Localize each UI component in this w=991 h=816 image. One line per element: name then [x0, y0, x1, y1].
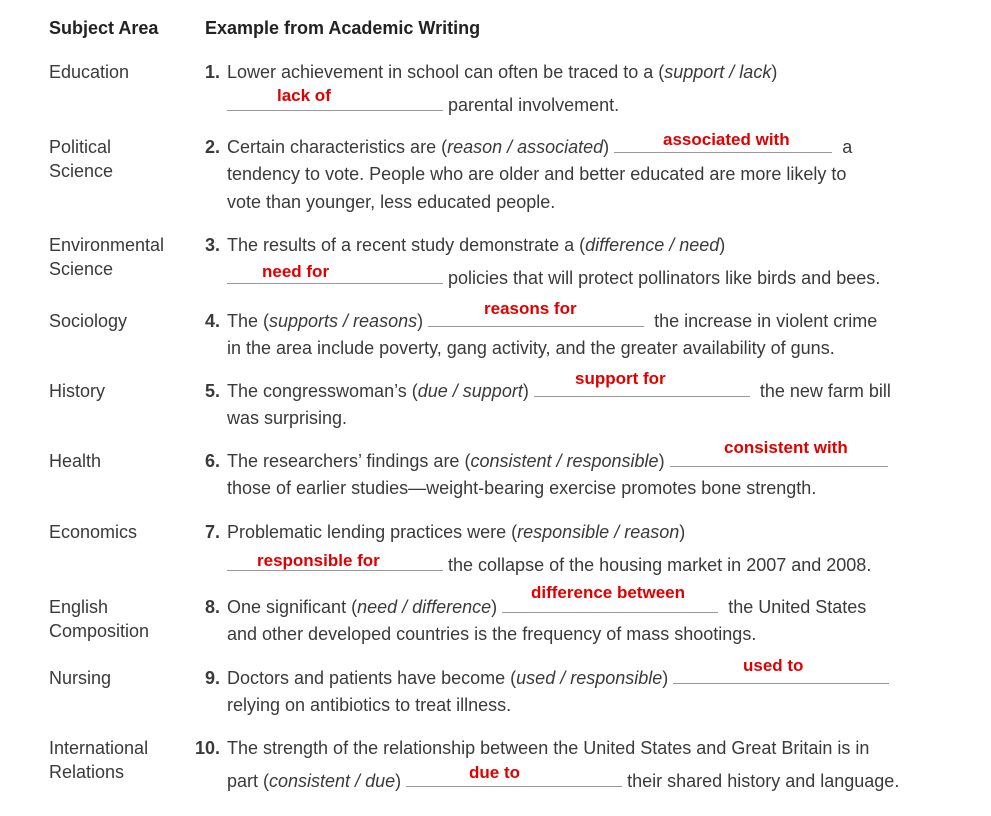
answer-text: lack of	[277, 86, 331, 105]
sentence-line: Problematic lending practices were (resp…	[227, 522, 686, 542]
subject-label: Nursing	[49, 668, 112, 688]
subject-label: Political Science	[49, 137, 114, 181]
answer-text: consistent with	[724, 438, 848, 457]
item-number: 8.	[204, 597, 220, 617]
answer-text: responsible for	[257, 551, 380, 570]
answer-blank[interactable]	[227, 267, 443, 284]
subject-label: International Relations	[49, 738, 149, 782]
item-number: 7.	[204, 522, 220, 542]
subject-label: Economics	[49, 522, 138, 542]
sentence-line: The congresswoman’s (due / support) the …	[227, 381, 891, 401]
subject-label: Health	[49, 451, 102, 471]
item-number: 2.	[204, 137, 220, 157]
item-number: 4.	[204, 311, 220, 331]
answer-text: associated with	[663, 130, 790, 149]
item-number: 1.	[204, 62, 220, 82]
item-number: 3.	[204, 235, 220, 255]
sentence-line: Lower achievement in school can often be…	[227, 62, 778, 82]
example-header: Example from Academic Writing	[205, 18, 481, 38]
sentence-line: those of earlier studies—weight-bearing …	[227, 478, 817, 498]
answer-text: need for	[262, 262, 330, 281]
subject-label: English Composition	[49, 597, 150, 641]
sentence-line: relying on antibiotics to treat illness.	[227, 695, 512, 715]
item-number: 9.	[204, 668, 220, 688]
sentence-line: in the area include poverty, gang activi…	[227, 338, 835, 358]
item-number: 10.	[194, 738, 220, 758]
answer-text: difference between	[531, 583, 685, 602]
answer-text: reasons for	[484, 299, 577, 318]
item-number: 5.	[204, 381, 220, 401]
subject-area-header: Subject Area	[49, 18, 159, 38]
answer-text: support for	[575, 369, 666, 388]
sentence-line: vote than younger, less educated people.	[227, 192, 556, 212]
sentence-line: The results of a recent study demonstrat…	[227, 235, 726, 255]
sentence-line: and other developed countries is the fre…	[227, 624, 757, 644]
sentence-line: The strength of the relationship between…	[227, 738, 870, 758]
item-number: 6.	[204, 451, 220, 471]
answer-text: due to	[469, 763, 520, 782]
sentence-line: part (consistent / due) their shared his…	[227, 771, 900, 791]
subject-label: History	[49, 381, 106, 401]
answer-blank[interactable]	[227, 94, 443, 111]
answer-text: used to	[743, 656, 804, 675]
sentence-line: was surprising.	[227, 408, 348, 428]
subject-label: Education	[49, 62, 130, 82]
subject-label: Sociology	[49, 311, 128, 331]
sentence-line: tendency to vote. People who are older a…	[227, 164, 847, 184]
subject-label: Environmental Science	[49, 235, 165, 279]
